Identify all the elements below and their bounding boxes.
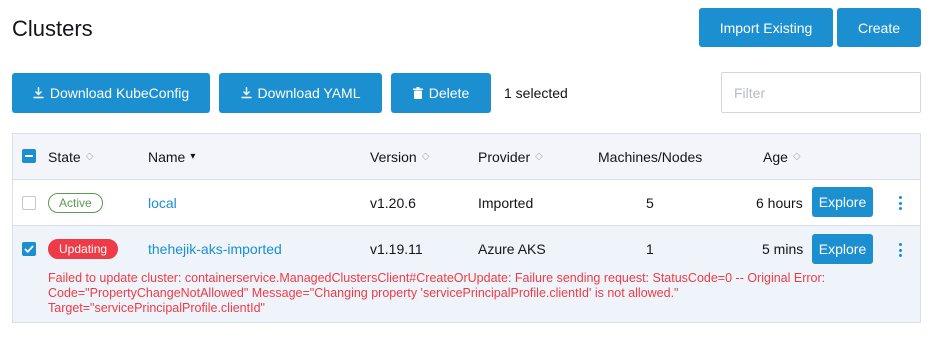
selected-count: 1 selected — [504, 85, 568, 101]
cluster-name-link[interactable]: thehejik-aks-imported — [148, 241, 282, 257]
download-kubeconfig-label: Download KubeConfig — [49, 85, 190, 101]
machines-cell: 1 — [646, 241, 654, 257]
download-yaml-label: Download YAML — [257, 85, 361, 101]
column-header-name[interactable]: Name ▾ — [148, 149, 195, 165]
column-label-machines: Machines/Nodes — [598, 149, 703, 165]
row-checkbox[interactable] — [22, 242, 36, 256]
age-cell: 6 hours — [756, 195, 803, 211]
version-cell: v1.20.6 — [370, 195, 416, 211]
delete-label: Delete — [428, 85, 470, 101]
error-message: Failed to update cluster: containerservi… — [48, 271, 826, 315]
more-actions-icon[interactable] — [895, 241, 905, 259]
download-yaml-button[interactable]: Download YAML — [219, 73, 382, 113]
column-header-state[interactable]: State ◇ — [48, 149, 93, 165]
column-header-age[interactable]: Age ◇ — [763, 149, 801, 165]
sort-icon: ◇ — [535, 151, 543, 162]
trash-icon — [412, 87, 423, 99]
explore-button[interactable]: Explore — [812, 234, 873, 264]
column-header-provider[interactable]: Provider ◇ — [478, 149, 543, 165]
column-header-machines: Machines/Nodes — [598, 149, 702, 165]
download-icon — [33, 87, 44, 99]
more-actions-icon[interactable] — [895, 194, 905, 212]
status-badge: Active — [48, 193, 103, 213]
sort-icon: ◇ — [85, 151, 94, 162]
cluster-name-link[interactable]: local — [148, 195, 177, 211]
version-cell: v1.19.11 — [370, 241, 423, 257]
status-badge: Updating — [48, 239, 119, 259]
row-checkbox[interactable] — [22, 196, 36, 210]
sort-down-icon: ▾ — [190, 151, 196, 162]
select-all-checkbox[interactable] — [22, 149, 36, 163]
column-label-state: State — [48, 149, 81, 165]
column-label-age: Age — [763, 149, 788, 165]
create-label: Create — [857, 19, 901, 36]
table-row: Updating thehejik-aks-imported v1.19.11 … — [13, 226, 920, 322]
import-existing-label: Import Existing — [719, 19, 813, 36]
provider-cell: Azure AKS — [478, 241, 546, 257]
import-existing-button[interactable]: Import Existing — [699, 8, 833, 47]
column-label-version: Version — [370, 149, 417, 165]
sort-icon: ◇ — [421, 151, 430, 162]
download-kubeconfig-button[interactable]: Download KubeConfig — [12, 73, 210, 113]
check-icon — [24, 245, 34, 253]
clusters-table: State ◇ Name ▾ Version ◇ Provider ◇ Mach… — [12, 133, 921, 323]
create-button[interactable]: Create — [837, 8, 921, 47]
download-icon — [241, 87, 252, 99]
page-title: Clusters — [12, 16, 93, 41]
filter-input[interactable] — [721, 72, 921, 113]
delete-button[interactable]: Delete — [391, 73, 491, 113]
column-label-provider: Provider — [478, 149, 531, 165]
table-header: State ◇ Name ▾ Version ◇ Provider ◇ Mach… — [13, 134, 920, 180]
table-row: Active local v1.20.6 Imported 5 6 hours … — [13, 180, 920, 226]
machines-cell: 5 — [646, 195, 654, 211]
sort-icon: ◇ — [792, 151, 801, 162]
column-label-name: Name — [148, 149, 186, 165]
provider-cell: Imported — [478, 195, 534, 211]
column-header-version[interactable]: Version ◇ — [370, 149, 429, 165]
explore-button[interactable]: Explore — [812, 187, 873, 217]
age-cell: 5 mins — [762, 241, 804, 257]
